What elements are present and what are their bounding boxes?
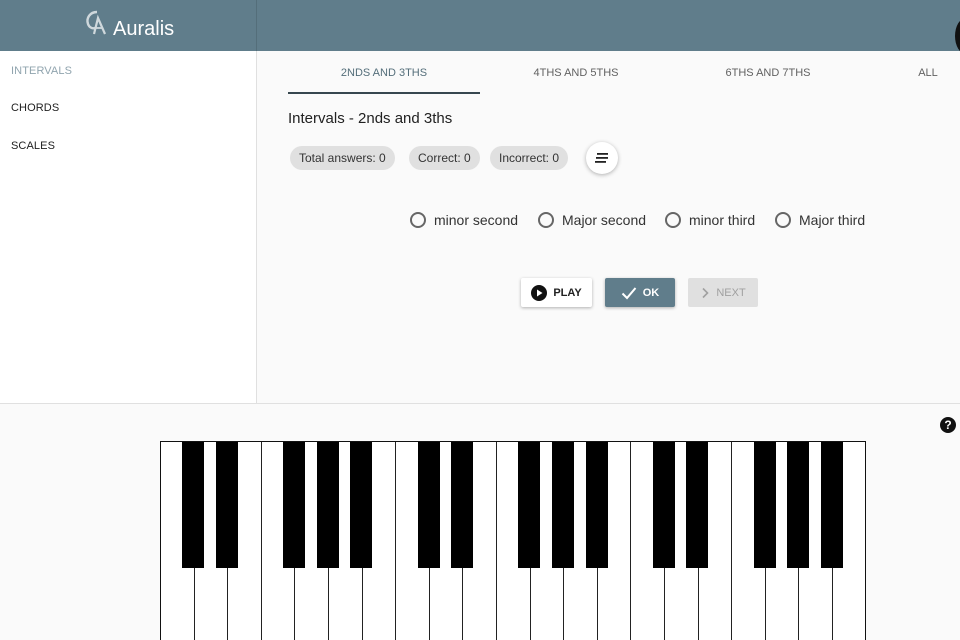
play-label: PLAY — [553, 286, 582, 299]
exercise-title: Intervals - 2nds and 3ths — [288, 110, 453, 127]
next-label: NEXT — [716, 286, 746, 299]
radio-button[interactable] — [775, 212, 791, 228]
option-label: Major third — [799, 212, 866, 228]
sidebar: INTERVALS CHORDS SCALES — [0, 51, 257, 403]
option-label: minor third — [689, 212, 756, 228]
app-bar: Auralis — [0, 0, 960, 54]
auralis-logo-icon — [86, 10, 107, 35]
black-key[interactable] — [350, 442, 372, 568]
black-key[interactable] — [686, 442, 708, 568]
piano-keyboard — [160, 441, 866, 640]
tab-4ths-and-5ths[interactable]: 4THS AND 5THS — [480, 51, 672, 94]
app-title: Auralis — [113, 18, 175, 40]
chevron-right-icon — [702, 287, 709, 298]
black-key[interactable] — [552, 442, 574, 568]
radio-button[interactable] — [410, 212, 426, 228]
sort-button[interactable] — [586, 142, 618, 174]
incorrect-chip: Incorrect: 0 — [490, 146, 569, 170]
black-key[interactable] — [317, 442, 339, 568]
option-minor-third[interactable]: minor third — [665, 209, 755, 231]
tab-all[interactable]: ALL — [898, 51, 958, 94]
sidebar-item-chords[interactable]: CHORDS — [11, 101, 59, 115]
ok-label: OK — [642, 286, 660, 299]
black-key[interactable] — [418, 442, 440, 568]
black-key[interactable] — [586, 442, 608, 568]
black-key[interactable] — [216, 442, 238, 568]
play-button[interactable]: PLAY — [521, 278, 592, 307]
option-minor-second[interactable]: minor second — [410, 209, 518, 231]
black-key[interactable] — [787, 442, 809, 568]
tab-2nds-and-3ths[interactable]: 2NDS AND 3THS — [288, 51, 480, 94]
check-icon — [621, 286, 637, 299]
black-key[interactable] — [451, 442, 473, 568]
brand[interactable]: Auralis — [0, 0, 257, 51]
radio-button[interactable] — [538, 212, 554, 228]
option-label: minor second — [434, 212, 519, 228]
black-key[interactable] — [821, 442, 843, 568]
option-major-second[interactable]: Major second — [538, 209, 646, 231]
next-button[interactable]: NEXT — [688, 278, 758, 307]
sidebar-item-intervals[interactable]: INTERVALS — [11, 64, 72, 78]
radio-button[interactable] — [665, 212, 681, 228]
black-key[interactable] — [754, 442, 776, 568]
black-key[interactable] — [283, 442, 305, 568]
option-label: Major second — [562, 212, 647, 228]
black-key[interactable] — [653, 442, 675, 568]
ok-button[interactable]: OK — [605, 278, 675, 307]
sidebar-item-scales[interactable]: SCALES — [11, 139, 55, 153]
help-icon[interactable]: ? — [940, 417, 956, 433]
correct-chip: Correct: 0 — [409, 146, 480, 170]
total-answers-chip: Total answers: 0 — [290, 146, 395, 170]
play-circle-icon — [531, 284, 548, 301]
sort-icon — [595, 153, 608, 163]
tab-6ths-and-7ths[interactable]: 6THS AND 7THS — [672, 51, 864, 94]
black-key[interactable] — [518, 442, 540, 568]
divider — [0, 403, 960, 404]
account-avatar[interactable] — [955, 18, 960, 54]
exercise-panel: 2NDS AND 3THS 4THS AND 5THS 6THS AND 7TH… — [258, 51, 960, 403]
black-key[interactable] — [182, 442, 204, 568]
option-major-third[interactable]: Major third — [775, 209, 865, 231]
